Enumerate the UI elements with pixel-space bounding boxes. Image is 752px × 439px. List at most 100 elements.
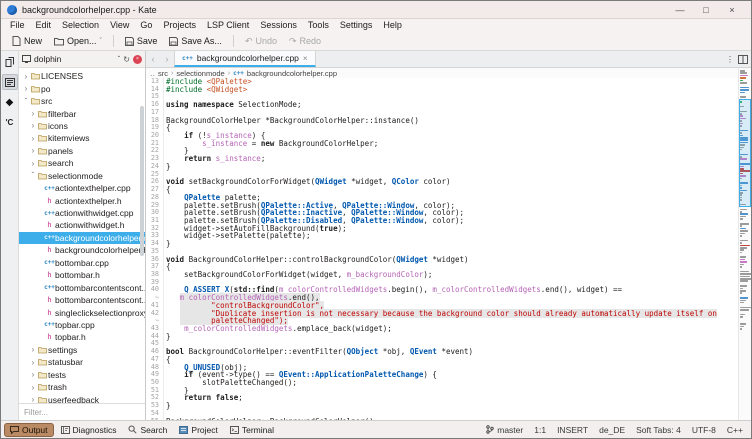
tree-scrollbar[interactable] bbox=[140, 106, 144, 256]
tree-item-actiontexthelper-h[interactable]: hactiontexthelper.h bbox=[19, 194, 145, 206]
expand-arrow-icon[interactable]: › bbox=[29, 383, 37, 392]
tree-filter-input[interactable]: Filter... bbox=[19, 403, 145, 420]
tab-width-status[interactable]: Soft Tabs: 4 bbox=[636, 425, 681, 435]
breadcrumb-selectionmode[interactable]: selectionmode bbox=[176, 69, 224, 78]
menu-selection[interactable]: Selection bbox=[57, 19, 104, 32]
maximize-button[interactable]: □ bbox=[693, 1, 719, 19]
code-line[interactable]: 53} bbox=[146, 402, 738, 410]
redo-button[interactable]: ↷ Redo bbox=[284, 34, 326, 49]
code-line[interactable]: 38 setBackgroundColorForWidget(widget, m… bbox=[146, 271, 738, 279]
project-dropdown-chevron-icon[interactable]: ˇ bbox=[118, 55, 121, 64]
tree-item-userfeedback[interactable]: ›userfeedback bbox=[19, 393, 145, 403]
minimize-button[interactable]: — bbox=[667, 1, 693, 19]
expand-arrow-icon[interactable]: › bbox=[29, 109, 37, 118]
git-toolview-button[interactable]: ◆ bbox=[2, 94, 18, 110]
code-line[interactable]: 50 slotPaletteChanged(); bbox=[146, 379, 738, 387]
expand-arrow-icon[interactable]: › bbox=[22, 84, 30, 93]
expand-arrow-icon[interactable]: › bbox=[29, 395, 37, 403]
tree-item-selectionmode[interactable]: ˇselectionmode bbox=[19, 170, 145, 182]
code-line[interactable]: 21 s_instance = new BackgroundColorHelpe… bbox=[146, 140, 738, 148]
code-line[interactable]: 44} bbox=[146, 333, 738, 341]
close-button[interactable]: × bbox=[719, 1, 745, 19]
menu-go[interactable]: Go bbox=[135, 19, 157, 32]
encoding-status[interactable]: UTF-8 bbox=[692, 425, 716, 435]
expand-arrow-icon[interactable]: › bbox=[29, 146, 37, 155]
toolview-button-search[interactable]: Search bbox=[123, 424, 172, 436]
menu-edit[interactable]: Edit bbox=[31, 19, 57, 32]
input-mode-status[interactable]: INSERT bbox=[557, 425, 588, 435]
code-view[interactable]: 13#include <QPalette>14#include <QWidget… bbox=[146, 78, 738, 420]
undo-button[interactable]: ↶ Undo bbox=[240, 34, 282, 49]
code-line[interactable]: 23 return s_instance; bbox=[146, 155, 738, 163]
menu-projects[interactable]: Projects bbox=[158, 19, 201, 32]
expand-arrow-icon[interactable]: › bbox=[29, 358, 37, 367]
tab-close-icon[interactable]: × bbox=[303, 54, 308, 63]
tree-item-search[interactable]: ›search bbox=[19, 157, 145, 169]
toolview-button-terminal[interactable]: Terminal bbox=[225, 424, 279, 436]
code-line[interactable]: 34} bbox=[146, 240, 738, 248]
history-back-icon[interactable]: ‹ bbox=[146, 51, 160, 67]
code-line[interactable]: 18BackgroundColorHelper *BackgroundColor… bbox=[146, 117, 738, 125]
menu-lsp-client[interactable]: LSP Client bbox=[202, 19, 254, 32]
tree-item-src[interactable]: ˇsrc bbox=[19, 95, 145, 107]
toolview-button-diagnostics[interactable]: Diagnostics bbox=[56, 424, 122, 436]
menu-settings[interactable]: Settings bbox=[335, 19, 378, 32]
code-line[interactable]: 36void BackgroundColorHelper::controlBac… bbox=[146, 256, 738, 264]
tree-item-tests[interactable]: ›tests bbox=[19, 369, 145, 381]
tree-item-topbar-h[interactable]: htopbar.h bbox=[19, 331, 145, 343]
tree-item-settings[interactable]: ›settings bbox=[19, 344, 145, 356]
expand-arrow-icon[interactable]: › bbox=[29, 134, 37, 143]
save-button[interactable]: Save bbox=[120, 34, 163, 48]
breadcrumb-collapse-icon[interactable]: ‥ bbox=[150, 69, 155, 78]
tree-item-panels[interactable]: ›panels bbox=[19, 145, 145, 157]
git-branch-status[interactable]: master bbox=[486, 425, 523, 435]
tab-backgroundcolorhelper[interactable]: c++ backgroundcolorhelper.cpp × bbox=[174, 51, 316, 67]
project-selector[interactable]: dolphin bbox=[34, 54, 115, 64]
tree-item-actionwithwidget-h[interactable]: hactionwithwidget.h bbox=[19, 219, 145, 231]
collapse-arrow-icon[interactable]: ˇ bbox=[22, 97, 30, 106]
menu-view[interactable]: View bbox=[105, 19, 134, 32]
tree-item-po[interactable]: ›po bbox=[19, 82, 145, 94]
new-button[interactable]: New bbox=[7, 34, 47, 48]
tree-item-kitemviews[interactable]: ›kitemviews bbox=[19, 132, 145, 144]
tree-item-backgroundcolorhelper-h[interactable]: hbackgroundcolorhelper.h bbox=[19, 244, 145, 256]
code-line[interactable]: 52 return false; bbox=[146, 394, 738, 402]
open-dropdown-chevron-icon[interactable]: ˇ bbox=[100, 38, 102, 45]
tree-item-backgroundcolorhelper-c-[interactable]: c++backgroundcolorhelper.c... bbox=[19, 232, 145, 244]
syntax-mode-status[interactable]: C++ bbox=[727, 425, 743, 435]
tree-item-licenses[interactable]: ›LICENSES bbox=[19, 70, 145, 82]
tree-item-bottombar-h[interactable]: hbottombar.h bbox=[19, 269, 145, 281]
expand-arrow-icon[interactable]: › bbox=[29, 159, 37, 168]
project-error-badge[interactable]: × bbox=[133, 55, 142, 64]
code-line[interactable]: 16using namespace SelectionMode; bbox=[146, 101, 738, 109]
tree-item-trash[interactable]: ›trash bbox=[19, 381, 145, 393]
tree-item-bottombarcontentscont-[interactable]: hbottombarcontentscont... bbox=[19, 294, 145, 306]
code-line[interactable]: 24} bbox=[146, 163, 738, 171]
cursor-position-status[interactable]: 1:1 bbox=[534, 425, 546, 435]
toolview-button-output[interactable]: Output bbox=[4, 423, 54, 437]
breadcrumb-file[interactable]: backgroundcolorhelper.cpp bbox=[247, 69, 337, 78]
menu-sessions[interactable]: Sessions bbox=[255, 19, 302, 32]
tree-item-bottombar-cpp[interactable]: c++bottombar.cpp bbox=[19, 257, 145, 269]
expand-arrow-icon[interactable]: › bbox=[22, 72, 30, 81]
expand-arrow-icon[interactable]: › bbox=[29, 121, 37, 130]
tree-item-actionwithwidget-cpp[interactable]: c++actionwithwidget.cpp bbox=[19, 207, 145, 219]
menu-help[interactable]: Help bbox=[378, 19, 407, 32]
tree-item-bottombarcontentscont-[interactable]: c++bottombarcontentscont... bbox=[19, 281, 145, 293]
save-as-button[interactable]: Save As... bbox=[164, 34, 227, 48]
code-line[interactable]: 14#include <QWidget> bbox=[146, 86, 738, 94]
tree-item-filterbar[interactable]: ›filterbar bbox=[19, 107, 145, 119]
minimap-viewport[interactable] bbox=[739, 99, 751, 207]
code-line[interactable]: 46bool BackgroundColorHelper::eventFilte… bbox=[146, 348, 738, 356]
tree-item-icons[interactable]: ›icons bbox=[19, 120, 145, 132]
tree-item-actiontexthelper-cpp[interactable]: c++actiontexthelper.cpp bbox=[19, 182, 145, 194]
code-line[interactable]: 33 widget->setPalette(palette); bbox=[146, 232, 738, 240]
projects-toolview-button[interactable] bbox=[2, 74, 18, 90]
more-options-icon[interactable]: ⋮ bbox=[726, 55, 734, 64]
open-button[interactable]: Open... ˇ bbox=[49, 34, 107, 48]
breadcrumb-src[interactable]: src bbox=[158, 69, 168, 78]
tree-item-topbar-cpp[interactable]: c++topbar.cpp bbox=[19, 319, 145, 331]
dictionary-status[interactable]: de_DE bbox=[599, 425, 625, 435]
menu-tools[interactable]: Tools bbox=[303, 19, 334, 32]
expand-arrow-icon[interactable]: › bbox=[29, 345, 37, 354]
